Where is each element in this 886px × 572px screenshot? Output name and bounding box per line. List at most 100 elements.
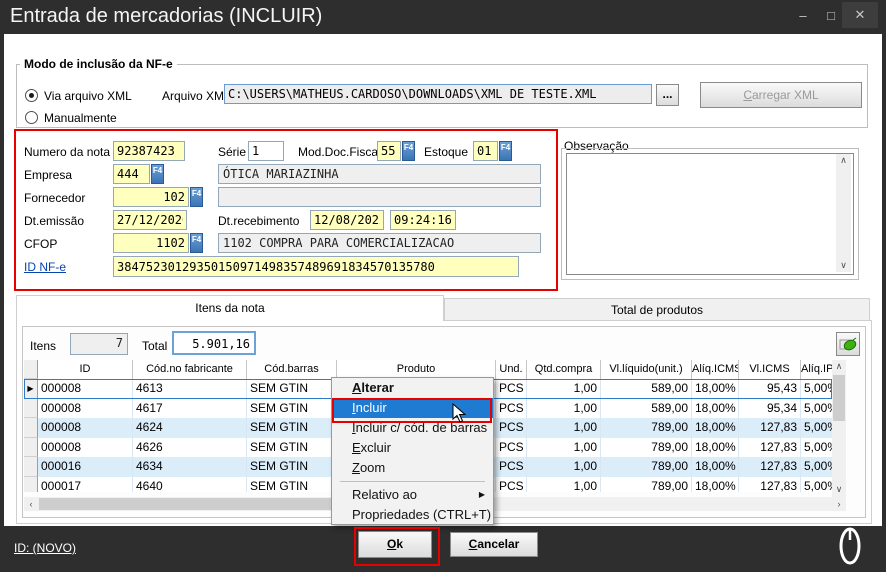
scroll-up-icon[interactable]: ∧ [836,154,851,167]
hr-recebimento-input[interactable] [390,210,456,230]
grid-header-aliq-icms[interactable]: Alíq.ICMS [692,360,739,379]
grid-vscrollbar[interactable]: ∧ ∨ [832,360,846,497]
cell-id: 000017 [38,477,133,493]
cell-und: PCS [496,379,527,399]
cell-qtd: 1,00 [527,457,601,477]
dt-emissao-label: Dt.emissão [24,214,84,228]
minimize-icon[interactable]: – [792,6,814,26]
numero-nota-label: Numero da nota [24,145,110,159]
menu-item-excluir[interactable]: Excluir [332,438,493,458]
menu-separator [340,481,485,482]
cell-aliq-ipi: 5,00% [801,457,832,477]
cell-aliq-ipi: 5,00% [801,418,832,438]
dt-emissao-input[interactable] [113,210,187,230]
menu-item-propriedades[interactable]: Propriedades (CTRL+T) [332,505,493,525]
f4-lookup-mod-button[interactable]: F4 [402,141,415,161]
cell-aliq-icms: 18,00% [692,399,739,419]
f4-lookup-fornecedor-button[interactable]: F4 [190,187,203,207]
menu-item-incluir-cod-barras[interactable]: Incluir c/ cód. de barras [332,418,493,438]
row-selector [24,477,38,493]
tab-total-de-produtos[interactable]: Total de produtos [444,298,870,321]
tab-itens-da-nota[interactable]: Itens da nota [16,295,444,321]
serie-label: Série [218,145,246,159]
f4-lookup-empresa-button[interactable]: F4 [151,164,164,184]
observacao-textarea[interactable] [566,153,854,275]
radio-manualmente[interactable] [25,111,38,124]
cancelar-button[interactable]: Cancelar [450,532,538,557]
cell-barras: SEM GTIN [247,457,337,477]
grid-header-aliq-ipi[interactable]: Alíq.IPI [801,360,832,379]
cell-qtd: 1,00 [527,477,601,493]
cfop-input[interactable] [113,233,189,253]
cell-qtd: 1,00 [527,399,601,419]
cell-id: 000008 [38,418,133,438]
menu-item-zoom[interactable]: Zoom [332,458,493,478]
grid-header-id[interactable]: ID [38,360,133,379]
maximize-icon[interactable]: □ [820,6,842,26]
f4-lookup-cfop-button[interactable]: F4 [190,233,203,253]
cell-und: PCS [496,457,527,477]
grid-header-cod-fabricante[interactable]: Cód.no fabricante [133,360,247,379]
empresa-input[interactable] [113,164,150,184]
id-nfe-link[interactable]: ID NF-e [24,260,66,274]
mod-doc-fiscal-label: Mod.Doc.Fiscal [298,145,381,159]
cell-qtd: 1,00 [527,438,601,458]
id-novo-link[interactable]: ID: (NOVO) [14,541,76,555]
row-selector [24,438,38,458]
scroll-down-icon[interactable]: ∨ [832,483,846,497]
menu-item-incluir[interactable]: Incluir [332,398,493,418]
numero-nota-input[interactable] [113,141,185,161]
dt-recebimento-input[interactable] [310,210,384,230]
grid-header-cod-barras[interactable]: Cód.barras [247,360,337,379]
arquivo-xml-input[interactable] [224,84,652,104]
cell-aliq-icms: 18,00% [692,418,739,438]
grid-header-vl-liquido[interactable]: Vl.líquido(unit.) [601,360,692,379]
menu-item-alterar[interactable]: Alterar [332,378,493,398]
grid-header-und[interactable]: Und. [496,360,527,379]
radio-selected-dot [29,93,34,98]
radio-via-arquivo-xml-label: Via arquivo XML [44,89,132,103]
scroll-right-icon[interactable]: › [832,497,846,511]
radio-via-arquivo-xml[interactable] [25,89,38,102]
estoque-input[interactable] [473,141,498,161]
scroll-down-icon[interactable]: ∨ [836,259,851,272]
empresa-label: Empresa [24,168,72,182]
cell-barras: SEM GTIN [247,477,337,493]
fornecedor-input[interactable] [113,187,189,207]
scroll-left-icon[interactable]: ‹ [24,497,38,511]
grid-header-qtd-compra[interactable]: Qtd.compra [527,360,601,379]
entrada-mercadorias-window: Entrada de mercadorias (INCLUIR) – □ ✕ M… [0,0,886,572]
id-nfe-input[interactable] [113,256,519,277]
browse-button[interactable]: ... [656,84,679,106]
menu-item-relativo-ao[interactable]: Relativo ao▶ [332,485,493,505]
row-selector [24,457,38,477]
cell-vl-icms: 95,43 [739,379,801,399]
cell-qtd: 1,00 [527,379,601,399]
fornecedor-nome-field [218,187,541,207]
radio-manualmente-label: Manualmente [44,111,117,125]
observacao-scrollbar[interactable]: ∧ ∨ [836,154,851,272]
cell-aliq-ipi: 5,00% [801,379,832,399]
cell-vl-icms: 127,83 [739,477,801,493]
paperclip-icon [836,524,864,568]
cell-und: PCS [496,399,527,419]
scroll-up-icon[interactable]: ∧ [832,360,846,374]
close-icon[interactable]: ✕ [842,2,878,28]
vscroll-thumb[interactable] [833,375,845,421]
cell-fab: 4617 [133,399,247,419]
cell-id: 000008 [38,379,133,399]
cell-id: 000008 [38,399,133,419]
window-title: Entrada de mercadorias (INCLUIR) [10,5,322,28]
serie-input[interactable] [248,141,284,161]
cell-fab: 4634 [133,457,247,477]
total-label: Total [142,339,167,353]
grid-header-vl-icms[interactable]: Vl.ICMS [739,360,801,379]
mod-doc-fiscal-input[interactable] [377,141,401,161]
ok-button[interactable]: Ok [358,531,432,558]
grid-tool-button[interactable] [836,332,860,356]
carregar-xml-button[interactable]: Carregar XML [700,82,862,108]
row-selector [24,399,38,419]
f4-lookup-estoque-button[interactable]: F4 [499,141,512,161]
cell-vl-liq: 589,00 [601,399,692,419]
itens-count-field: 7 [70,333,128,355]
